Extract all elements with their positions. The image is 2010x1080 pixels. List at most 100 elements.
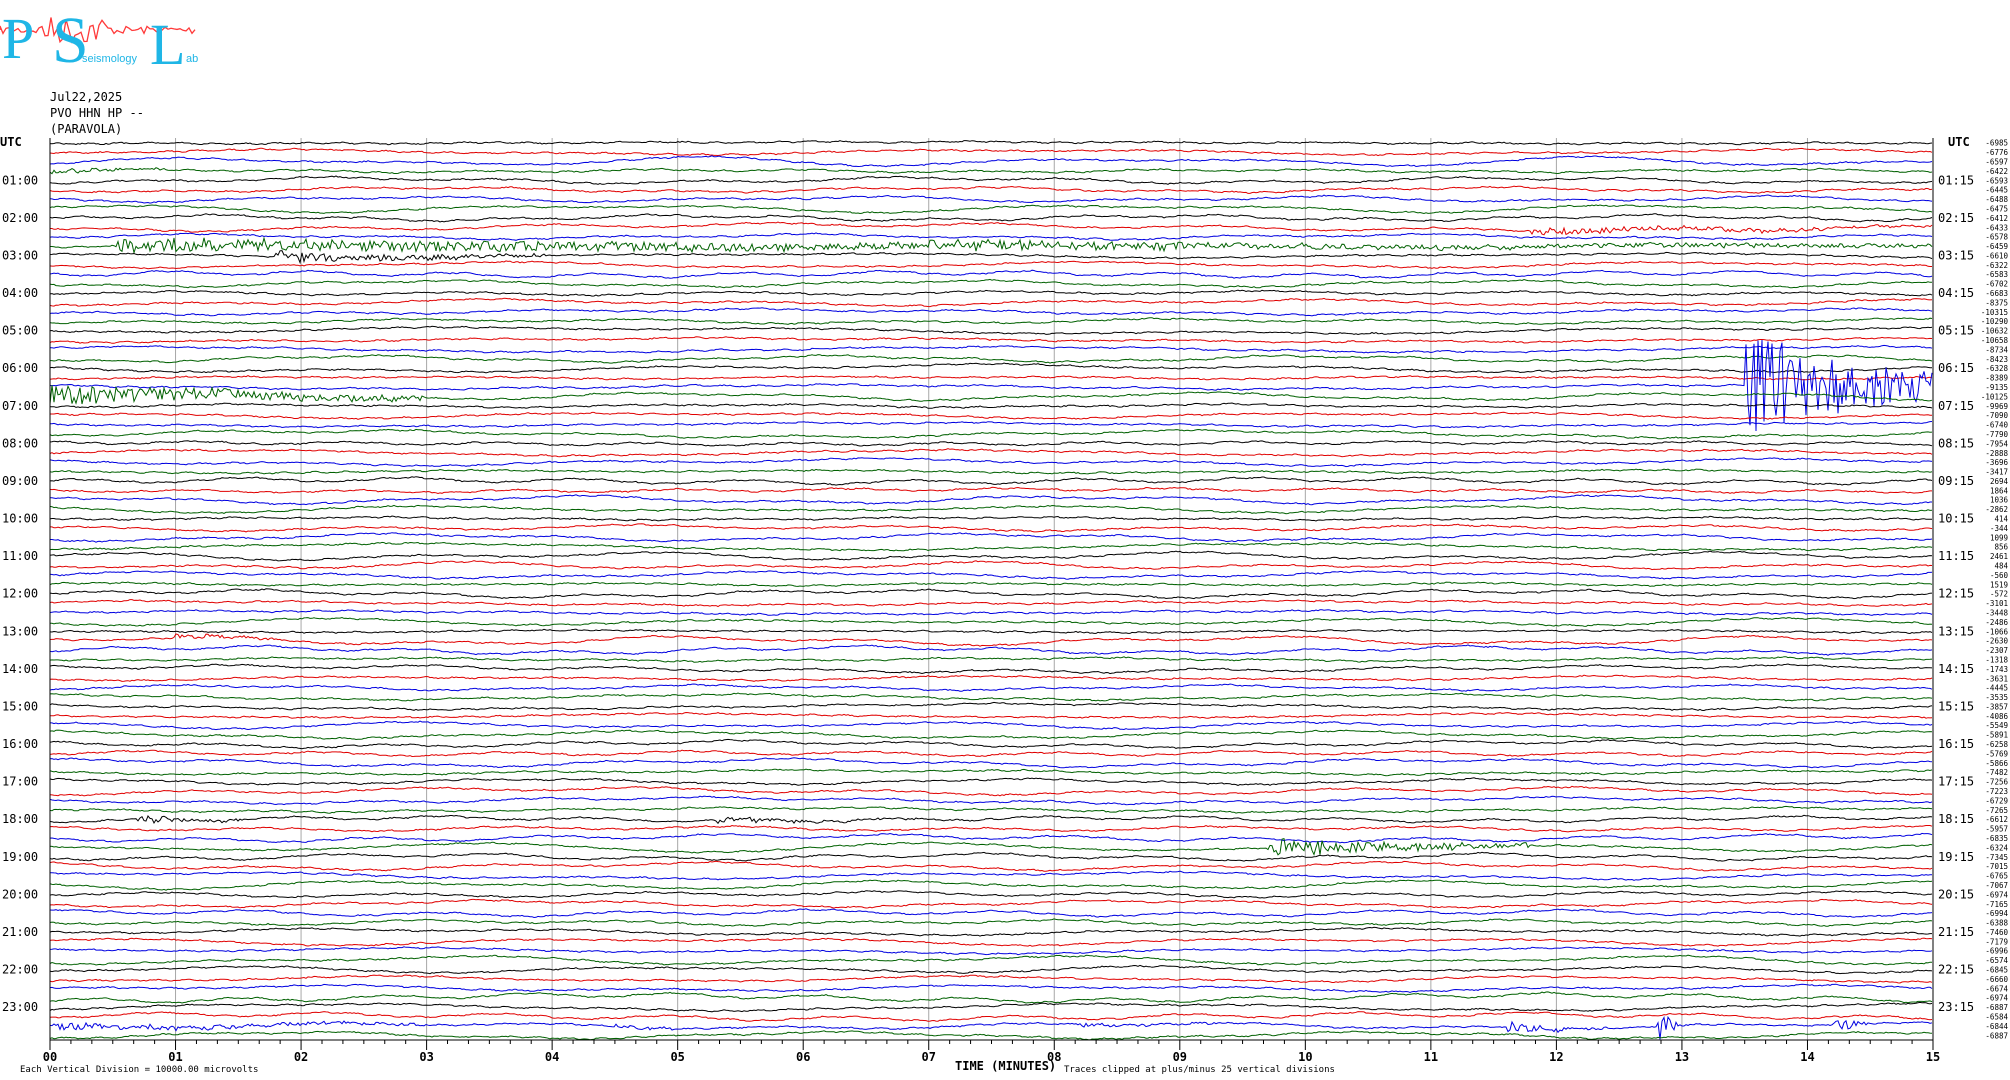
trace-offset-label: -6612 [1985, 815, 2008, 824]
trace-offset-label: -5549 [1985, 721, 2008, 730]
trace-line [49, 656, 1933, 663]
trace-offset-label: -4445 [1985, 684, 2008, 693]
trace-offset-label: -6887 [1985, 1003, 2008, 1012]
trace-line [50, 221, 1933, 236]
trace-offset-label: -2630 [1985, 637, 2008, 646]
right-hour-label: 21:15 [1938, 925, 1974, 939]
trace-line [49, 918, 1933, 927]
left-hour-label: 15:00 [2, 699, 38, 713]
trace-offset-label: -6683 [1985, 289, 2008, 298]
left-hour-label: 08:00 [2, 436, 38, 450]
trace-offset-label: -6776 [1985, 148, 2008, 157]
trace-line [49, 738, 1933, 750]
trace-offset-label: -6994 [1985, 909, 2008, 918]
trace-line [49, 777, 1933, 786]
trace-offset-label: -6459 [1985, 242, 2008, 251]
trace-offset-label: -2307 [1985, 646, 2008, 655]
trace-line [49, 729, 1933, 741]
trace-line [50, 411, 1932, 420]
trace-line [49, 457, 1933, 468]
trace-line [49, 147, 1933, 157]
trace-offset-label: 1519 [1990, 580, 2008, 589]
trace-line [49, 213, 1933, 223]
right-hour-label: 03:15 [1938, 248, 1974, 262]
trace-offset-label: -7179 [1985, 937, 2008, 946]
trace-offset-label: -6578 [1985, 233, 2008, 242]
right-hour-label: 06:15 [1938, 361, 1974, 375]
trace-line [49, 260, 1932, 270]
trace-line [49, 674, 1933, 682]
trace-line [49, 954, 1932, 966]
trace-line [49, 795, 1933, 806]
trace-line [49, 439, 1933, 447]
right-hour-label: 12:15 [1938, 587, 1974, 601]
trace-line [49, 898, 1933, 909]
trace-offset-label: -7223 [1985, 787, 2008, 796]
x-tick-label: 04 [545, 1050, 559, 1064]
trace-line [49, 991, 1933, 1004]
trace-offset-label: -7090 [1985, 411, 2008, 420]
right-hour-label: 20:15 [1938, 887, 1974, 901]
trace-line [49, 860, 1933, 872]
trace-offset-label: -2888 [1985, 449, 2008, 458]
trace-line [49, 701, 1933, 712]
trace-offset-label: -6412 [1985, 214, 2008, 223]
trace-offset-label: -5769 [1985, 749, 2008, 758]
right-hour-label: 09:15 [1938, 474, 1974, 488]
left-utc-label: UTC [0, 135, 22, 149]
trace-line [49, 926, 1932, 937]
trace-line [49, 297, 1933, 308]
trace-line [49, 185, 1933, 194]
trace-line [49, 837, 1933, 856]
trace-offset-label: -6845 [1985, 966, 2008, 975]
helicorder-chart: 00 01 02 03 04 05 06 07 08 09 10 11 12 13 14 1501:0002:… [0, 135, 2009, 1075]
trace-line [49, 325, 1933, 336]
trace-offset-label: -1066 [1985, 627, 2008, 636]
trace-offset-label: -6597 [1985, 157, 2008, 166]
trace-offset-label: -10290 [1981, 317, 2009, 326]
trace-line [49, 983, 1933, 994]
trace-offset-label: -6729 [1985, 796, 2008, 805]
left-hour-label: 06:00 [2, 361, 38, 375]
trace-line [49, 581, 1933, 587]
left-hour-label: 05:00 [2, 324, 38, 338]
trace-line [49, 663, 1933, 675]
left-hour-label: 01:00 [2, 173, 38, 187]
trace-line [49, 289, 1933, 297]
trace-offset-label: -5866 [1985, 759, 2008, 768]
right-hour-label: 13:15 [1938, 624, 1974, 638]
x-tick-label: 06 [796, 1050, 810, 1064]
right-hour-label: 05:15 [1938, 324, 1974, 338]
trace-offset-label: -7265 [1985, 806, 2008, 815]
trace-line [50, 421, 1933, 429]
trace-offset-label: -5891 [1985, 731, 2008, 740]
trace-offset-label: 484 [1994, 562, 2008, 571]
trace-line [50, 720, 1933, 731]
trace-offset-label: -3417 [1985, 468, 2008, 477]
trace-offset-label: -10658 [1981, 336, 2009, 345]
trace-offset-label: -6445 [1985, 186, 2008, 195]
trace-line [50, 711, 1933, 719]
trace-line [50, 523, 1933, 533]
left-hour-label: 17:00 [2, 775, 38, 789]
trace-offset-label: -6985 [1985, 139, 2008, 148]
trace-line [49, 588, 1933, 600]
trace-offset-label: -5957 [1985, 825, 2008, 834]
trace-offset-label: -7345 [1985, 853, 2008, 862]
left-hour-label: 11:00 [2, 549, 38, 563]
trace-line [49, 140, 1933, 146]
trace-offset-label: -6702 [1985, 280, 2008, 289]
trace-offset-label: -7460 [1985, 928, 2008, 937]
trace-line [49, 814, 1933, 825]
trace-line [49, 908, 1933, 919]
trace-offset-label: -2486 [1985, 618, 2008, 627]
trace-line [49, 570, 1933, 580]
trace-offset-label: -3696 [1985, 458, 2008, 467]
trace-offset-label: 2461 [1990, 552, 2008, 561]
trace-offset-label: -6674 [1985, 984, 2008, 993]
trace-line [49, 167, 1933, 175]
left-hour-label: 02:00 [2, 211, 38, 225]
trace-offset-label: -6324 [1985, 843, 2008, 852]
right-hour-label: 08:15 [1938, 436, 1974, 450]
trace-line [49, 692, 1933, 702]
